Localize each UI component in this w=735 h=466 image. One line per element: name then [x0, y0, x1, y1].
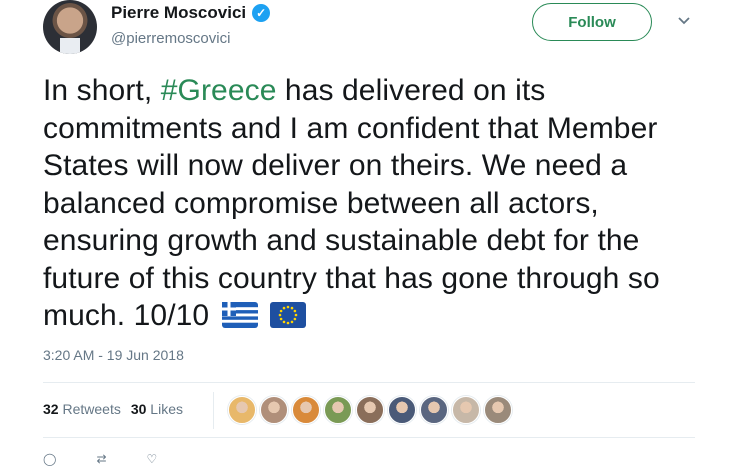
author-name-row[interactable]: Pierre Moscovici ✓: [111, 3, 271, 23]
follow-button[interactable]: Follow: [532, 3, 652, 41]
liker-avatar-8[interactable]: [452, 396, 480, 424]
tweet-text-start: In short,: [43, 74, 161, 107]
liker-avatar-3[interactable]: [292, 396, 320, 424]
hashtag-link[interactable]: #Greece: [161, 74, 277, 107]
liker-avatar-1[interactable]: [228, 396, 256, 424]
tweet-actions: ◯ ⇄ ♡: [43, 452, 157, 466]
retweets-count: 32: [43, 401, 59, 417]
divider-top: [43, 382, 695, 383]
liker-avatar-4[interactable]: [324, 396, 352, 424]
flag-greece-icon: [221, 302, 258, 328]
tweet-timestamp[interactable]: 3:20 AM - 19 Jun 2018: [43, 347, 184, 363]
stats-separator: [213, 392, 214, 429]
divider-bottom: [43, 437, 695, 438]
tweet-text-rest: has delivered on its commitments and I a…: [43, 74, 660, 332]
author-name[interactable]: Pierre Moscovici: [111, 3, 246, 23]
liker-avatar-5[interactable]: [356, 396, 384, 424]
author-handle[interactable]: @pierremoscovici: [111, 30, 230, 47]
profile-avatar[interactable]: [43, 0, 97, 54]
liker-avatar-7[interactable]: [420, 396, 448, 424]
chevron-down-icon[interactable]: [676, 12, 692, 28]
retweet-icon[interactable]: ⇄: [96, 452, 106, 466]
like-icon[interactable]: ♡: [147, 452, 158, 466]
retweets-stat[interactable]: 32 Retweets: [43, 401, 121, 417]
likes-count: 30: [130, 401, 147, 417]
likes-stat[interactable]: 30 Likes: [131, 401, 183, 417]
liker-avatar-6[interactable]: [388, 396, 416, 424]
liker-avatar-9[interactable]: [484, 396, 512, 424]
liker-avatar-2[interactable]: [260, 396, 288, 424]
retweets-label: Retweets: [62, 401, 121, 417]
tweet-stats: 32 Retweets 30 Likes: [43, 401, 183, 417]
liker-avatars: [228, 396, 512, 424]
likes-label: Likes: [150, 401, 183, 417]
verified-badge-icon: ✓: [252, 4, 271, 22]
flag-eu-icon: [270, 302, 307, 328]
reply-icon[interactable]: ◯: [43, 452, 56, 466]
tweet-text: In short, #Greece has delivered on its c…: [43, 72, 708, 335]
